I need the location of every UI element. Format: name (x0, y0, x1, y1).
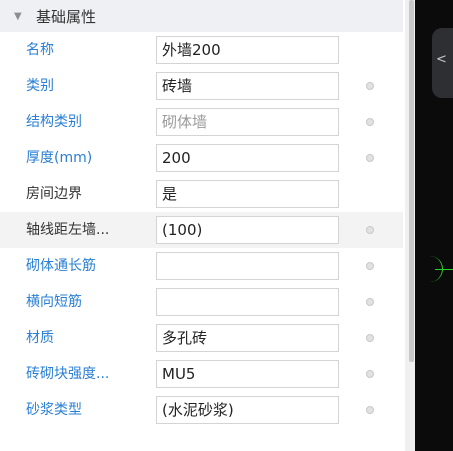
property-value-field[interactable]: 外墙200 (156, 36, 339, 64)
property-value-field[interactable]: 多孔砖 (156, 324, 339, 352)
wall-axis-line (435, 269, 453, 270)
property-label[interactable]: 砌体通长筋 (26, 248, 96, 284)
property-label[interactable]: 厚度(mm) (26, 140, 92, 176)
property-value-field[interactable]: MU5 (156, 360, 339, 388)
triangle-down-icon[interactable]: ▼ (14, 11, 28, 22)
property-row: 类别 砖墙 (0, 68, 403, 104)
property-label[interactable]: 横向短筋 (26, 284, 82, 320)
status-dot-icon[interactable] (366, 406, 374, 414)
drawing-canvas[interactable]: < (415, 0, 453, 451)
property-label[interactable]: 类别 (26, 68, 54, 104)
status-dot-icon[interactable] (366, 118, 374, 126)
section-header-basic[interactable]: ▼ 基础属性 (0, 0, 403, 32)
status-dot-icon[interactable] (366, 262, 374, 270)
status-dot-icon[interactable] (366, 82, 374, 90)
collapse-panel-tab[interactable]: < (432, 28, 453, 98)
property-value-field[interactable] (156, 252, 339, 280)
properties-panel: ▼ 基础属性 名称 外墙200 类别 砖墙 结构类别 砌体墙 厚度(mm) 200 房间边界是轴… (0, 0, 403, 451)
property-label: 房间边界 (26, 186, 82, 202)
property-row: 轴线距左墙... (100) (0, 212, 403, 248)
section-title: 基础属性 (36, 7, 97, 26)
status-dot-icon[interactable] (366, 226, 374, 234)
property-row: 房间边界 是 (0, 176, 403, 212)
property-value-field[interactable]: (水泥砂浆) (156, 396, 339, 424)
property-row: 砖砌块强度... MU5 (0, 356, 403, 392)
property-value-field[interactable]: 砖墙 (156, 72, 339, 100)
property-row: 横向短筋 (0, 284, 403, 320)
property-row: 砌体通长筋 (0, 248, 403, 284)
property-row: 结构类别 砌体墙 (0, 104, 403, 140)
property-row: 砂浆类型 (水泥砂浆) (0, 392, 403, 428)
property-row: 材质 多孔砖 (0, 320, 403, 356)
status-dot-icon[interactable] (366, 370, 374, 378)
chevron-left-icon: < (436, 52, 447, 67)
property-value-field[interactable]: 是 (156, 180, 339, 208)
property-label[interactable]: 名称 (26, 32, 54, 68)
property-label[interactable]: 结构类别 (26, 104, 82, 140)
property-value-field[interactable]: (100) (156, 216, 339, 244)
property-value-field[interactable]: 200 (156, 144, 339, 172)
property-label[interactable]: 砖砌块强度... (26, 356, 109, 392)
status-dot-icon[interactable] (366, 298, 374, 306)
property-value-field[interactable] (156, 288, 339, 316)
status-dot-icon[interactable] (366, 334, 374, 342)
property-label: 轴线距左墙... (26, 222, 110, 238)
property-label[interactable]: 砂浆类型 (26, 392, 82, 428)
scrollbar-thumb[interactable] (409, 0, 414, 362)
property-row: 名称 外墙200 (0, 32, 403, 68)
status-dot-icon[interactable] (366, 154, 374, 162)
property-row: 厚度(mm) 200 (0, 140, 403, 176)
property-value-field: 砌体墙 (156, 108, 339, 136)
property-label[interactable]: 材质 (26, 320, 54, 356)
